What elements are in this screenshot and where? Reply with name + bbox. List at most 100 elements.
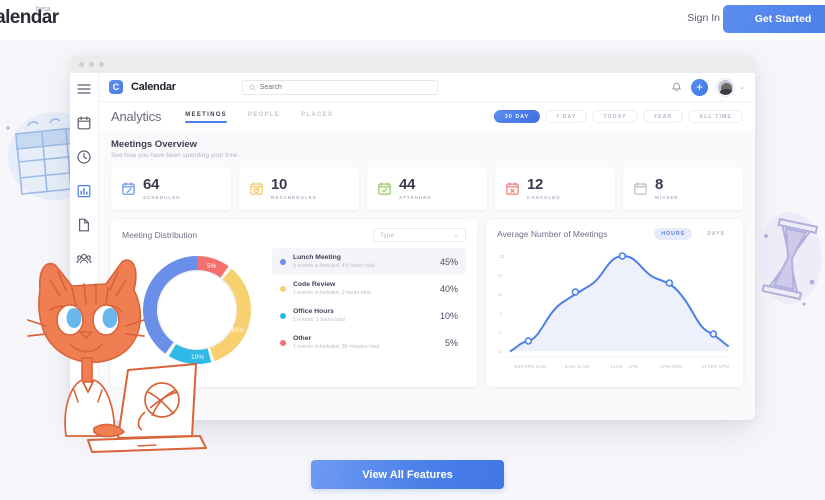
legend-item-other[interactable]: Other 1 events scheduled, 30 minutes tot… bbox=[272, 329, 466, 356]
x-tick-after-5pm: AFTER 5PM bbox=[702, 364, 730, 369]
window-minimize-dot[interactable] bbox=[89, 61, 94, 67]
y-tick-8: 8 bbox=[499, 273, 502, 279]
distribution-legend: Lunch Meeting 5 events scheduled, 4.5 ho… bbox=[272, 244, 466, 376]
stat-label: MISSED bbox=[655, 195, 679, 200]
avatar[interactable] bbox=[717, 78, 735, 96]
y-tick-2: 2 bbox=[499, 330, 502, 336]
donut-slice-label-other: 5% bbox=[207, 263, 217, 270]
app-logo-icon: C bbox=[109, 80, 123, 94]
legend-percent: 10% bbox=[439, 310, 458, 321]
range-today[interactable]: TODAY bbox=[592, 110, 638, 123]
stat-label: ATTENDED bbox=[399, 195, 432, 200]
topbar-actions: + ⌄ bbox=[671, 78, 745, 96]
date-range-filter: 30 DAY 7 DAY TODAY YEAR ALL TIME bbox=[493, 110, 743, 123]
range-all-time[interactable]: ALL TIME bbox=[688, 110, 743, 123]
legend-color-dot bbox=[280, 285, 286, 292]
meeting-distribution-panel: Meeting Distribution Type ⌄ 45% 40% 10% … bbox=[111, 219, 477, 387]
stat-card-scheduled[interactable]: 64 SCHEDULED bbox=[111, 167, 231, 210]
range-year[interactable]: YEAR bbox=[642, 110, 684, 123]
window-close-dot[interactable] bbox=[79, 61, 84, 67]
cat-paws bbox=[93, 423, 125, 438]
donut-slice-label-lunch: 45% bbox=[157, 309, 170, 316]
site-navbar: Calendar beta Sign In Get Started bbox=[0, 0, 825, 40]
app-main: C Calendar + ⌄ bbox=[99, 73, 755, 420]
calendar-close-icon bbox=[506, 182, 519, 195]
stat-card-attended[interactable]: 44 ATTENDED bbox=[367, 167, 487, 210]
legend-meta: 1 events, 1 hours total bbox=[293, 316, 346, 323]
hours-days-toggle: HOURS DAYS bbox=[654, 228, 732, 240]
sidebar-item-clock[interactable] bbox=[76, 149, 92, 165]
tab-places[interactable]: PLACES bbox=[301, 112, 333, 122]
average-meetings-panel: Average Number of Meetings HOURS DAYS 10… bbox=[486, 219, 743, 387]
add-button[interactable]: + bbox=[691, 78, 709, 96]
bell-icon[interactable] bbox=[671, 81, 682, 93]
stat-label: RESCHEDULED bbox=[271, 195, 317, 200]
overview-title: Meetings Overview bbox=[111, 139, 198, 150]
beta-badge: beta bbox=[36, 6, 51, 13]
legend-item-lunch-meeting[interactable]: Lunch Meeting 5 events scheduled, 4.5 ho… bbox=[272, 248, 466, 275]
analytics-tabs: MEETINGS PEOPLE PLACES bbox=[185, 112, 333, 123]
toggle-hours[interactable]: HOURS bbox=[654, 228, 693, 240]
get-started-button[interactable]: Get Started bbox=[723, 5, 825, 33]
stat-card-missed[interactable]: 8 MISSED bbox=[623, 167, 743, 210]
analytics-panels: Meeting Distribution Type ⌄ 45% 40% 10% … bbox=[111, 219, 743, 387]
stat-value: 10 bbox=[271, 176, 288, 193]
legend-color-dot bbox=[280, 312, 286, 319]
calendar-check-icon bbox=[378, 182, 391, 195]
hamburger-menu-icon[interactable] bbox=[76, 81, 92, 97]
search-box[interactable] bbox=[241, 79, 438, 95]
stat-card-list: 64 SCHEDULED 10 RESCHEDULED 44 ATTENDED … bbox=[111, 167, 743, 210]
average-meetings-area-chart[interactable]: 10 8 6 4 2 0 BEFORE 9AM 9AM-11AM 11AM - … bbox=[497, 244, 732, 376]
legend-percent: 5% bbox=[444, 337, 458, 348]
stat-value: 44 bbox=[399, 176, 416, 193]
avatar-chevron-down-icon[interactable]: ⌄ bbox=[739, 83, 745, 91]
sidebar-item-documents[interactable] bbox=[76, 217, 92, 233]
average-meetings-header: Average Number of Meetings HOURS DAYS bbox=[497, 228, 732, 240]
stat-value: 8 bbox=[655, 176, 664, 193]
legend-name: Other bbox=[293, 335, 312, 343]
chevron-down-icon: ⌄ bbox=[453, 232, 459, 239]
legend-item-code-review[interactable]: Code Review 1 events scheduled, 2 hours … bbox=[272, 275, 466, 302]
y-tick-0: 0 bbox=[499, 349, 502, 355]
donut-chart[interactable]: 45% 40% 10% 5% bbox=[122, 244, 272, 376]
sidebar-item-calendar[interactable] bbox=[76, 115, 92, 131]
toggle-days[interactable]: DAYS bbox=[700, 228, 732, 240]
x-tick-1pm-5pm: 1PM-5PM bbox=[660, 364, 682, 369]
sign-in-link[interactable]: Sign In bbox=[687, 12, 720, 24]
sidebar-item-analytics[interactable] bbox=[76, 183, 92, 199]
distribution-title: Meeting Distribution bbox=[122, 230, 198, 240]
y-tick-10: 10 bbox=[499, 254, 505, 260]
stat-card-rescheduled[interactable]: 10 RESCHEDULED bbox=[239, 167, 359, 210]
legend-item-office-hours[interactable]: Office Hours 1 events, 1 hours total 10% bbox=[272, 302, 466, 329]
range-30-day[interactable]: 30 DAY bbox=[493, 110, 541, 123]
tab-people[interactable]: PEOPLE bbox=[248, 112, 280, 122]
view-all-features-button[interactable]: View All Features bbox=[311, 460, 504, 489]
app-body: C Calendar + ⌄ bbox=[70, 73, 755, 420]
y-tick-6: 6 bbox=[499, 292, 502, 298]
overview-subtitle: See how you have been spending your time… bbox=[111, 152, 240, 159]
legend-percent: 40% bbox=[439, 283, 458, 294]
hourglass-doodle-icon bbox=[758, 212, 822, 306]
average-meetings-title: Average Number of Meetings bbox=[497, 229, 608, 239]
calendar-edit-icon bbox=[122, 182, 135, 195]
search-input[interactable] bbox=[259, 83, 431, 91]
stat-label: SCHEDULED bbox=[143, 195, 181, 200]
stat-value: 12 bbox=[527, 176, 544, 193]
sidebar-item-people[interactable] bbox=[76, 251, 92, 267]
type-filter-select[interactable]: Type ⌄ bbox=[373, 228, 466, 242]
legend-name: Code Review bbox=[293, 281, 336, 289]
calendar-blank-icon bbox=[634, 182, 647, 195]
legend-name: Office Hours bbox=[293, 308, 334, 316]
range-7-day[interactable]: 7 DAY bbox=[545, 110, 588, 123]
window-maximize-dot[interactable] bbox=[99, 61, 104, 67]
stat-card-canceled[interactable]: 12 CANCELED bbox=[495, 167, 615, 210]
app-topbar: C Calendar + ⌄ bbox=[99, 73, 755, 102]
window-titlebar bbox=[70, 55, 755, 73]
x-tick-before-9am: BEFORE 9AM bbox=[514, 364, 546, 369]
legend-meta: 1 events scheduled, 30 minutes total bbox=[293, 343, 379, 350]
donut-slice-label-office-hours: 10% bbox=[191, 354, 204, 361]
browser-window: C Calendar + ⌄ bbox=[70, 55, 755, 420]
analytics-content: Meetings Overview See how you have been … bbox=[99, 131, 755, 420]
area-fill bbox=[510, 255, 729, 351]
tab-meetings[interactable]: MEETINGS bbox=[185, 112, 227, 123]
